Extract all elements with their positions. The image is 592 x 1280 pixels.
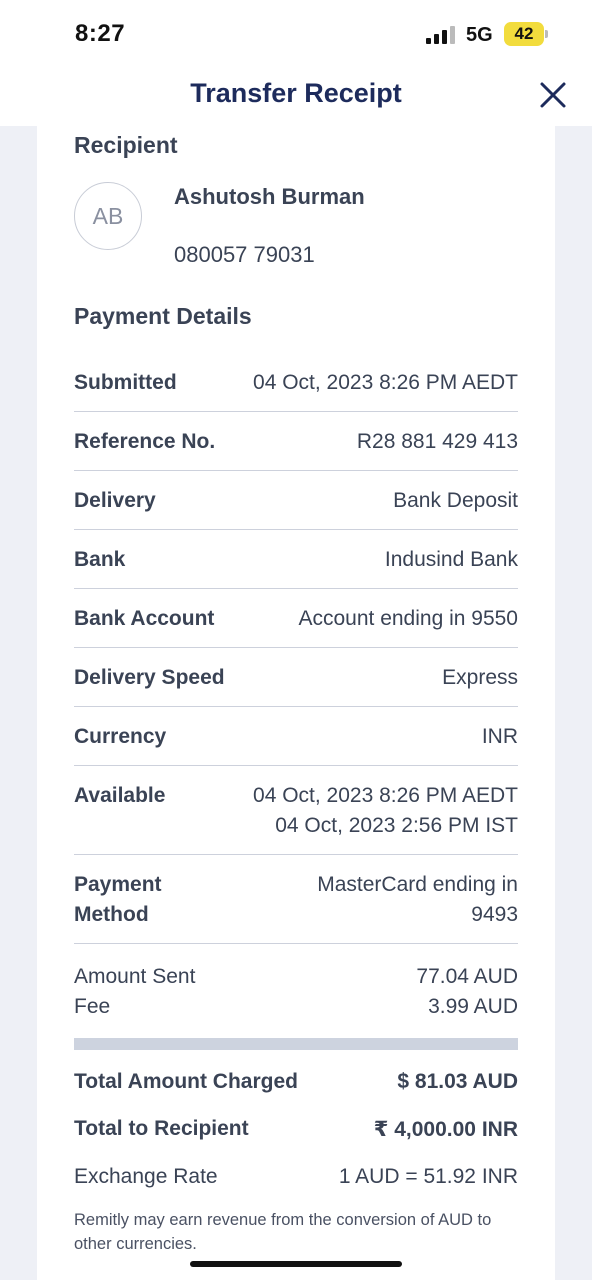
divider [74,529,518,530]
detail-value: Bank Deposit [393,489,518,512]
amount-sent-value: 77.04 AUD [416,965,518,988]
available-aedt: 04 Oct, 2023 8:26 PM AEDT [253,784,518,807]
total-charged-label: Total Amount Charged [74,1070,298,1093]
divider [74,411,518,412]
exchange-rate-value: 1 AUD = 51.92 INR [338,1165,518,1188]
recipient-phone: 080057 79031 [174,242,315,267]
total-recipient-label: Total to Recipient [74,1117,249,1140]
status-bar: 8:27 5G 42 [0,0,592,66]
payment-method-label-2: Method [74,903,149,926]
total-charged-value: $ 81.03 AUD [397,1070,518,1093]
detail-label: Delivery [74,489,156,512]
payment-method-label-1: Payment [74,873,162,896]
battery-icon: 42 [504,22,544,46]
page-header: Transfer Receipt [0,66,592,126]
detail-label: Bank [74,548,126,571]
fee-label: Fee [74,995,111,1018]
detail-value: Express [442,666,518,689]
recipient-section-title: Recipient [74,132,178,158]
avatar: AB [74,182,142,250]
divider [74,765,518,766]
detail-value: R28 881 429 413 [356,430,518,453]
detail-label: Reference No. [74,430,216,453]
detail-value: Indusind Bank [384,548,518,571]
detail-label: Available [74,784,166,807]
divider [74,706,518,707]
payment-method-value-1: MasterCard ending in [317,873,518,896]
home-indicator[interactable] [190,1261,402,1267]
cellular-signal-icon [426,26,458,44]
divider [74,647,518,648]
detail-value: Account ending in 9550 [298,607,518,630]
amount-sent-label: Amount Sent [74,965,196,988]
disclaimer: Remitly may earn revenue from the conver… [74,1211,492,1253]
receipt-card: Recipient AB Ashutosh Burman 080057 7903… [37,126,555,1280]
available-ist: 04 Oct, 2023 2:56 PM IST [275,814,518,837]
status-time: 8:27 [75,20,126,47]
divider [74,943,518,944]
detail-label: Currency [74,725,167,748]
payment-details-title: Payment Details [74,303,252,329]
divider [74,470,518,471]
totals-separator [74,1038,518,1050]
detail-label: Bank Account [74,607,215,630]
battery-tip [545,30,548,38]
detail-value: 04 Oct, 2023 8:26 PM AEDT [253,371,518,394]
divider [74,854,518,855]
detail-value: INR [481,725,518,748]
detail-label: Delivery Speed [74,666,225,689]
payment-method-value-2: 9493 [471,903,518,926]
total-recipient-value: ₹ 4,000.00 INR [373,1118,518,1141]
recipient-name: Ashutosh Burman [174,184,365,209]
network-type: 5G [466,24,493,46]
detail-label: Submitted [74,371,177,394]
fee-value: 3.99 AUD [428,995,518,1018]
page-title: Transfer Receipt [190,78,402,108]
exchange-rate-label: Exchange Rate [74,1165,218,1188]
divider [74,588,518,589]
close-icon[interactable] [538,80,568,110]
